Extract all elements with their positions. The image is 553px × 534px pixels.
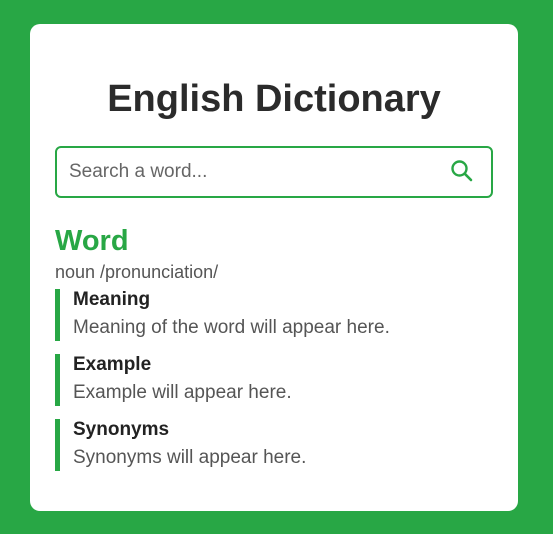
- example-title: Example: [73, 354, 152, 375]
- synonyms-section: Synonyms Synonyms will appear here.: [55, 419, 493, 471]
- word-phonetic: noun /pronunciation/: [55, 262, 219, 282]
- search-box: [55, 146, 493, 198]
- meaning-text: Meaning of the word will appear here.: [73, 317, 390, 338]
- example-section: Example Example will appear here.: [55, 354, 493, 406]
- example-text: Example will appear here.: [73, 382, 292, 403]
- search-input[interactable]: [69, 148, 439, 196]
- page-title: English Dictionary: [107, 78, 441, 120]
- synonyms-text: Synonyms will appear here.: [73, 447, 307, 468]
- dictionary-card: English Dictionary Word noun /pronunciat…: [30, 24, 518, 511]
- synonyms-title: Synonyms: [73, 419, 170, 440]
- meaning-title: Meaning: [73, 289, 151, 310]
- word-heading: Word: [55, 225, 129, 257]
- search-icon[interactable]: [449, 158, 475, 184]
- meaning-section: Meaning Meaning of the word will appear …: [55, 289, 493, 341]
